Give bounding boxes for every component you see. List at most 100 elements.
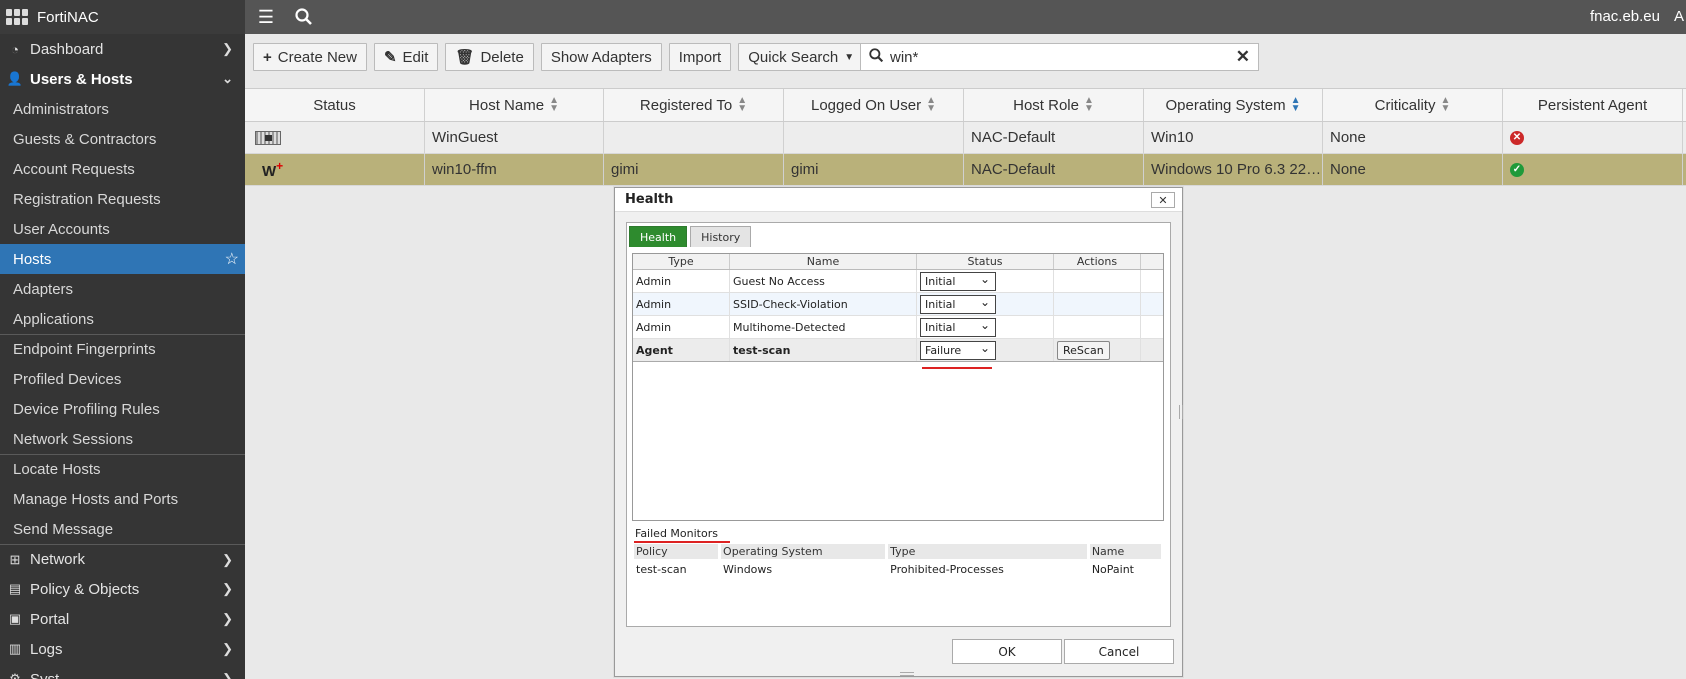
table-row[interactable]: WinGuest NAC-Default Win10 None ✕ [245,122,1686,154]
search-input[interactable]: win* ✕ [860,43,1259,71]
cell-operating-system: Windows [723,563,773,576]
brand[interactable]: FortiNAC [0,0,245,34]
plus-icon: + [263,48,272,66]
sidebar-item-hosts[interactable]: Hosts ☆ [0,244,245,274]
sidebar-item-users-hosts[interactable]: 👤 Users & Hosts ⌄ [0,64,245,94]
failed-monitors-label: Failed Monitors [635,527,718,540]
cell-criticality: None [1323,154,1503,185]
status-select[interactable]: Initial [920,317,996,337]
clear-search-icon[interactable]: ✕ [1236,47,1250,67]
policy-icon: ▤ [8,581,22,596]
sidebar-item-label: Hosts [13,250,52,268]
cell-policy: test-scan [636,563,687,576]
menu-icon[interactable]: ☰ [254,5,278,29]
status-select[interactable]: Initial [920,271,996,291]
cell-actions [1054,293,1141,315]
sidebar-item-user-accounts[interactable]: User Accounts [0,214,245,244]
star-icon[interactable]: ☆ [225,249,239,269]
sidebar-item-applications[interactable]: Applications [0,304,245,334]
cell-operating-system: Win10 [1144,122,1323,153]
trash-icon: 🗑 [455,49,475,66]
close-icon[interactable]: ✕ [1151,192,1175,208]
col-logged-on-user[interactable]: Logged On User ▲ ▼ [784,89,964,121]
server-hostname: fnac.eb.eu [1589,8,1660,25]
toolbar: + Create New ✎ Edit 🗑 Delete Show Adapters … [253,43,865,71]
edit-button[interactable]: ✎ Edit [373,43,439,71]
sidebar-item-device-profiling-rules[interactable]: Device Profiling Rules [0,394,245,424]
col-name[interactable]: Name [730,254,917,269]
search-icon[interactable] [292,5,316,29]
ok-button[interactable]: OK [952,639,1062,664]
brand-name: FortiNAC [37,8,99,26]
tab-history[interactable]: History [690,226,752,247]
col-status[interactable]: Status [245,89,425,121]
resize-handle[interactable] [900,672,914,676]
rescan-button[interactable]: ReScan [1057,340,1110,360]
col-registered-to[interactable]: Registered To ▲ ▼ [604,89,784,121]
sidebar-item-manage-hosts-ports[interactable]: Manage Hosts and Ports [0,484,245,514]
sidebar-item-endpoint-fingerprints[interactable]: Endpoint Fingerprints [0,334,245,364]
status-select[interactable]: Initial [920,294,996,314]
failed-monitors-header: Policy Operating System Type Name [634,544,1164,559]
sidebar: ◔ Dashboard ❯ 👤 Users & Hosts ⌄ Administ… [0,34,245,679]
col-host-name[interactable]: Host Name ▲ ▼ [425,89,604,121]
cell-logged-on-user [784,122,964,153]
sort-icon: ▲ ▼ [737,95,748,114]
sidebar-item-guests-contractors[interactable]: Guests & Contractors [0,124,245,154]
show-adapters-button[interactable]: Show Adapters [540,43,662,71]
failed-monitor-row: test-scan Windows Prohibited-Processes N… [634,563,1164,578]
cancel-button[interactable]: Cancel [1064,639,1174,664]
col-criticality[interactable]: Criticality ▲ ▼ [1323,89,1503,121]
delete-button[interactable]: 🗑 Delete [445,43,534,71]
tab-health[interactable]: Health [629,226,688,247]
cell-host-role: NAC-Default [964,154,1144,185]
col-type[interactable]: Type [633,254,730,269]
col-status[interactable]: Status [917,254,1054,269]
sidebar-item-policy-objects[interactable]: ▤ Policy & Objects ❯ [0,574,245,604]
sidebar-item-locate-hosts[interactable]: Locate Hosts [0,454,245,484]
top-bar: FortiNAC ☰ fnac.eb.eu A [0,0,1686,34]
sidebar-item-logs[interactable]: ▥ Logs ❯ [0,634,245,664]
sidebar-item-system[interactable]: ⚙ Syst ❯ [0,664,245,679]
col-label: Logged On User [811,96,922,114]
col-policy: Policy [634,544,719,559]
cell-host-role: NAC-Default [964,122,1144,153]
sidebar-item-adapters[interactable]: Adapters [0,274,245,304]
sidebar-item-administrators[interactable]: Administrators [0,94,245,124]
quick-search-dropdown[interactable]: Quick Search ▼ [738,43,865,71]
search-value: win* [890,48,919,66]
table-row[interactable]: Admin Multihome-Detected Initial [633,316,1163,339]
sidebar-item-network[interactable]: ⊞ Network ❯ [0,544,245,574]
col-type: Type [888,544,1087,559]
sidebar-item-registration-requests[interactable]: Registration Requests [0,184,245,214]
col-persistent-agent[interactable]: Persistent Agent [1503,89,1683,121]
import-button[interactable]: Import [668,43,732,71]
status-select[interactable]: Failure [920,340,996,360]
col-host-role[interactable]: Host Role ▲ ▼ [964,89,1144,121]
cell-type: Admin [633,316,730,338]
sort-icon: ▲ ▼ [1440,95,1451,114]
resize-handle[interactable] [1179,405,1183,419]
red-underline [922,367,992,369]
sidebar-item-account-requests[interactable]: Account Requests [0,154,245,184]
sidebar-item-send-message[interactable]: Send Message [0,514,245,544]
table-row[interactable]: W+ win10-ffm gimi gimi NAC-Default Windo… [245,154,1686,186]
sidebar-item-profiled-devices[interactable]: Profiled Devices [0,364,245,394]
fortinet-logo-icon [6,9,28,25]
sidebar-item-label: Dashboard [30,40,104,58]
col-label: Operating System [1165,96,1286,114]
user-menu[interactable]: A [1674,8,1684,25]
table-row[interactable]: Admin Guest No Access Initial [633,270,1163,293]
table-row[interactable]: Admin SSID-Check-Violation Initial [633,293,1163,316]
cell-status: Failure [917,339,1054,361]
cell-name: test-scan [730,339,917,361]
col-operating-system[interactable]: Operating System ▲ ▼ [1144,89,1323,121]
table-row[interactable]: Agent test-scan Failure ReScan [633,339,1163,362]
sidebar-item-dashboard[interactable]: ◔ Dashboard ❯ [0,34,245,64]
search-icon [869,47,884,67]
col-actions[interactable]: Actions [1054,254,1141,269]
sidebar-item-portal[interactable]: ▣ Portal ❯ [0,604,245,634]
sidebar-item-network-sessions[interactable]: Network Sessions [0,424,245,454]
create-new-button[interactable]: + Create New [253,43,367,71]
col-label: Persistent Agent [1537,96,1648,114]
